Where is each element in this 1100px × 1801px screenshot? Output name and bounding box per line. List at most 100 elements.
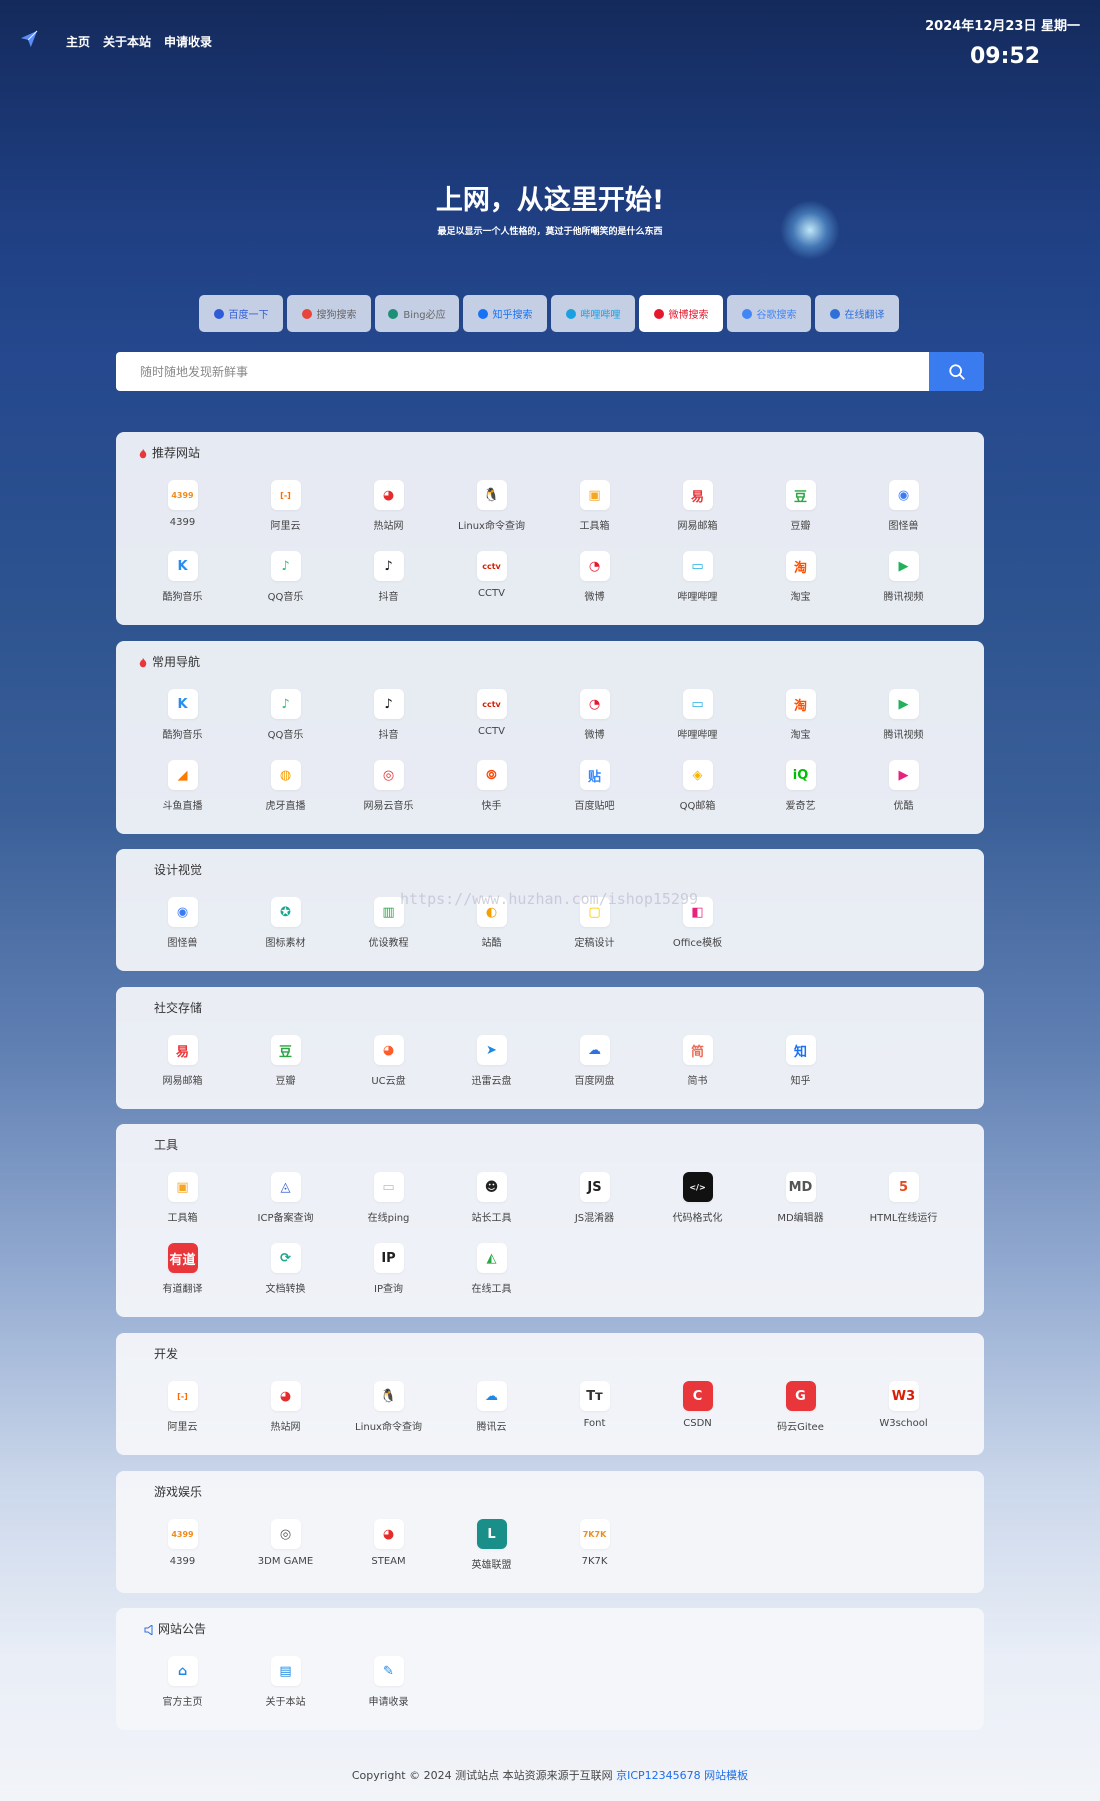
site-link[interactable]: ♪ QQ音乐: [234, 551, 337, 611]
site-link[interactable]: ✎ 申请收录: [337, 1656, 440, 1716]
site-link-label: 7K7K: [581, 1556, 608, 1567]
site-link[interactable]: ▶ 优酷: [852, 760, 955, 820]
site-link[interactable]: 4399 4399: [131, 480, 234, 540]
site-link[interactable]: ◭ 在线工具: [440, 1243, 543, 1303]
site-link[interactable]: ◔ 微博: [543, 689, 646, 749]
search-tab-label: 在线翻译: [844, 310, 885, 321]
site-link[interactable]: 4399 4399: [131, 1519, 234, 1579]
site-link[interactable]: MD MD编辑器: [749, 1172, 852, 1232]
site-link[interactable]: ◈ QQ邮箱: [646, 760, 749, 820]
icon-glyph: 易: [690, 489, 704, 505]
search-tab-0[interactable]: 百度一下: [199, 295, 283, 332]
site-link[interactable]: G 码云Gitee: [749, 1381, 852, 1441]
search-tab-4[interactable]: 哔哩哔哩: [551, 295, 635, 332]
site-link[interactable]: cctv CCTV: [440, 551, 543, 611]
site-link[interactable]: 有道 有道翻译: [131, 1243, 234, 1303]
site-link[interactable]: ♪ 抖音: [337, 551, 440, 611]
site-link[interactable]: iQ 爱奇艺: [749, 760, 852, 820]
site-link[interactable]: [-] 阿里云: [234, 480, 337, 540]
footer-icp-link[interactable]: 京ICP12345678: [616, 1769, 701, 1782]
weibo-icon: [653, 308, 664, 319]
site-link[interactable]: ◕ UC云盘: [337, 1035, 440, 1095]
site-link[interactable]: 简简书: [646, 1035, 749, 1095]
w3school-icon: W3: [888, 1381, 919, 1411]
site-link[interactable]: W3 W3school: [852, 1381, 955, 1441]
site-link[interactable]: 豆豆瓣: [234, 1035, 337, 1095]
search-button[interactable]: [929, 352, 984, 391]
site-link[interactable]: ▭ 哔哩哔哩: [646, 551, 749, 611]
site-link[interactable]: L 英雄联盟: [440, 1519, 543, 1579]
site-link-label: 百度网盘: [574, 1076, 615, 1087]
site-link[interactable]: ▶ 腾讯视频: [852, 551, 955, 611]
site-link[interactable]: 贴百度贴吧: [543, 760, 646, 820]
site-link[interactable]: ◕ 热站网: [337, 480, 440, 540]
site-link[interactable]: 🐧 Linux命令查询: [337, 1381, 440, 1441]
site-link[interactable]: ◍ 虎牙直播: [234, 760, 337, 820]
site-link[interactable]: 豆豆瓣: [749, 480, 852, 540]
site-link[interactable]: ▭ 哔哩哔哩: [646, 689, 749, 749]
site-link[interactable]: ➤ 迅雷云盘: [440, 1035, 543, 1095]
search-tab-5[interactable]: 微博搜索: [639, 295, 723, 332]
ping-icon: ▭: [373, 1172, 404, 1202]
site-link[interactable]: Tт Font: [543, 1381, 646, 1441]
search-tab-7[interactable]: 在线翻译: [815, 295, 899, 332]
site-link[interactable]: 5 HTML在线运行: [852, 1172, 955, 1232]
site-link[interactable]: 🐧 Linux命令查询: [440, 480, 543, 540]
site-link[interactable]: JS JS混淆器: [543, 1172, 646, 1232]
site-link[interactable]: 7K7K 7K7K: [543, 1519, 646, 1579]
netease-mail-icon: 易: [682, 480, 713, 510]
site-link[interactable]: ◉ 图怪兽: [131, 897, 234, 957]
site-link[interactable]: 淘淘宝: [749, 689, 852, 749]
site-link[interactable]: K 酷狗音乐: [131, 689, 234, 749]
site-link[interactable]: ⟳ 文档转换: [234, 1243, 337, 1303]
site-link[interactable]: ⦾ 快手: [440, 760, 543, 820]
bilibili-icon: [565, 308, 576, 319]
search-tab-1[interactable]: 搜狗搜索: [287, 295, 371, 332]
nav-link-apply[interactable]: 申请收录: [164, 33, 212, 50]
site-link[interactable]: ▶ 腾讯视频: [852, 689, 955, 749]
site-link[interactable]: ♪ QQ音乐: [234, 689, 337, 749]
site-link[interactable]: ☻ 站长工具: [440, 1172, 543, 1232]
site-link[interactable]: </> 代码格式化: [646, 1172, 749, 1232]
site-link[interactable]: C CSDN: [646, 1381, 749, 1441]
site-link[interactable]: [-] 阿里云: [131, 1381, 234, 1441]
site-link[interactable]: ✪ 图标素材: [234, 897, 337, 957]
site-link[interactable]: ▣ 工具箱: [131, 1172, 234, 1232]
site-link[interactable]: ◬ ICP备案查询: [234, 1172, 337, 1232]
site-link[interactable]: ▭ 在线ping: [337, 1172, 440, 1232]
site-link[interactable]: ☁ 百度网盘: [543, 1035, 646, 1095]
site-link[interactable]: ◉ 图怪兽: [852, 480, 955, 540]
site-link-label: W3school: [879, 1418, 928, 1429]
site-link[interactable]: K 酷狗音乐: [131, 551, 234, 611]
7k7k-icon: 7K7K: [579, 1519, 610, 1549]
site-link[interactable]: ⌂ 官方主页: [131, 1656, 234, 1716]
site-link[interactable]: IP IP查询: [337, 1243, 440, 1303]
site-link[interactable]: ▣ 工具箱: [543, 480, 646, 540]
site-link[interactable]: ◢ 斗鱼直播: [131, 760, 234, 820]
site-link[interactable]: ◔ 微博: [543, 551, 646, 611]
site-link[interactable]: ◕ STEAM: [337, 1519, 440, 1579]
site-link[interactable]: ☁ 腾讯云: [440, 1381, 543, 1441]
site-link-label: 虎牙直播: [265, 801, 306, 812]
footer-template-link[interactable]: 网站模板: [704, 1769, 748, 1782]
site-link[interactable]: cctv CCTV: [440, 689, 543, 749]
icon-glyph: ♪: [281, 696, 290, 712]
site-link[interactable]: 易网易邮箱: [131, 1035, 234, 1095]
nav-link-home[interactable]: 主页: [66, 33, 90, 50]
search-tab-2[interactable]: Bing必应: [375, 295, 459, 332]
site-link[interactable]: ◎ 3DM GAME: [234, 1519, 337, 1579]
search-tab-6[interactable]: 谷歌搜索: [727, 295, 811, 332]
site-link[interactable]: ♪ 抖音: [337, 689, 440, 749]
paper-plane-icon[interactable]: [20, 30, 38, 48]
site-link[interactable]: ◎ 网易云音乐: [337, 760, 440, 820]
site-link[interactable]: ◕ 热站网: [234, 1381, 337, 1441]
kugou-icon: K: [167, 551, 198, 581]
nav-link-about[interactable]: 关于本站: [103, 33, 151, 50]
site-link[interactable]: ▤ 关于本站: [234, 1656, 337, 1716]
search-tab-label: Bing必应: [403, 310, 446, 321]
site-link[interactable]: 易网易邮箱: [646, 480, 749, 540]
search-input[interactable]: [116, 352, 928, 391]
site-link[interactable]: 淘淘宝: [749, 551, 852, 611]
search-tab-3[interactable]: 知乎搜索: [463, 295, 547, 332]
site-link[interactable]: 知知乎: [749, 1035, 852, 1095]
